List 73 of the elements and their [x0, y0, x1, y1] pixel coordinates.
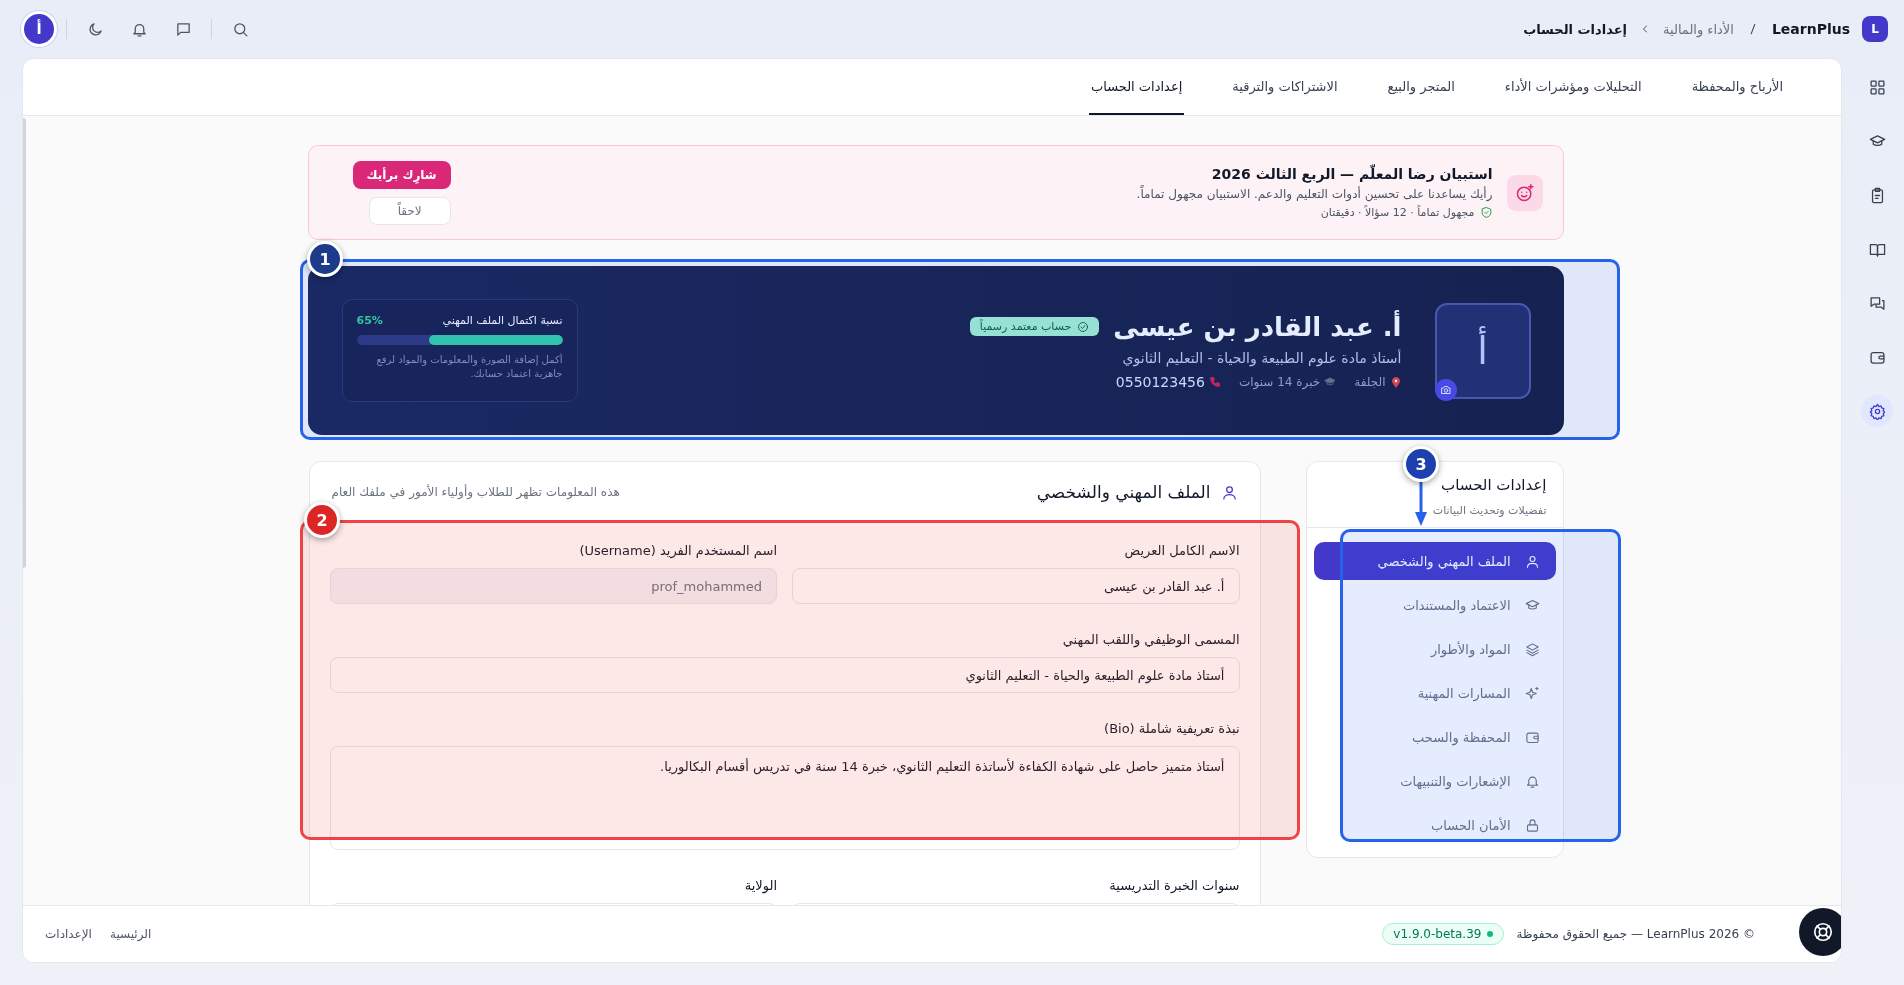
field-label: نبذة تعريفية شاملة (Bio): [1103, 721, 1240, 736]
bell-icon: [1524, 773, 1540, 789]
later-button[interactable]: لاحقاً: [368, 196, 451, 225]
tab[interactable]: الأرباح والمحفظة: [1689, 59, 1785, 115]
footer-link[interactable]: الإعدادات: [45, 927, 92, 941]
graduation-cap-icon: [1324, 375, 1337, 388]
search-icon: [231, 20, 249, 38]
bio-textarea[interactable]: أستاذ متميز حاصل على شهادة الكفاءة لأساتذة التعليم الثانوي، خبرة 14 سنة في تدريس أقسام البكالوريا.: [329, 746, 1240, 850]
settings-nav-item[interactable]: الإشعارات والتنبيهات: [1313, 762, 1556, 800]
location-text: الجلفة: [1354, 374, 1386, 389]
tab[interactable]: التحليلات ومؤشرات الأداء: [1502, 59, 1644, 115]
dashboard-icon: [1868, 78, 1886, 96]
settings-nav-item[interactable]: الأمان الحساب: [1313, 806, 1556, 844]
completion-label: نسبة اكتمال الملف المهني: [442, 314, 563, 327]
settings-nav-item[interactable]: المواد والأطوار: [1313, 630, 1556, 668]
tab[interactable]: الاشتراكات والترقية: [1230, 59, 1340, 115]
survey-meta: مجهول تماماً · 12 سؤالاً · دقيقتان: [1320, 206, 1475, 219]
rail-button[interactable]: [1861, 395, 1893, 427]
settings-nav-item[interactable]: الاعتماد والمستندات: [1313, 586, 1556, 624]
location-pin-icon: [1389, 375, 1402, 388]
field-label: المسمى الوظيفي واللقب المهني: [1061, 632, 1240, 647]
phone-icon: [1208, 375, 1221, 388]
profile-title: أستاذ مادة علوم الطبيعة والحياة - التعليم الثانوي: [1121, 349, 1402, 366]
lock-icon: [1524, 817, 1540, 833]
input-field[interactable]: أستاذ مادة علوم الطبيعة والحياة - التعليم الثانوي: [329, 657, 1240, 693]
section-title: الملف المهني والشخصي: [1036, 482, 1211, 502]
input-field[interactable]: أ. عبد القادر بن عيسى: [792, 568, 1240, 604]
breadcrumb-link[interactable]: الأداء والمالية: [1663, 21, 1734, 37]
footer-link[interactable]: الرئيسية: [109, 927, 152, 941]
brand-name[interactable]: LearnPlus: [1771, 21, 1850, 37]
settings-icon: [1868, 402, 1886, 420]
settings-nav-item[interactable]: الملف المهني والشخصي: [1313, 542, 1556, 580]
phone-number: 0550123456: [1115, 373, 1205, 390]
user-avatar[interactable]: أ: [24, 14, 54, 44]
settings-title: إعدادات الحساب: [1440, 476, 1547, 494]
completion-note: أكمل إضافة الصورة والمعلومات والمواد لرفع جاهزية اعتماد حسابك.: [375, 353, 563, 381]
experience-text: خبرة 14 سنوات: [1238, 374, 1321, 389]
completion-percent: 65%: [356, 314, 383, 327]
wallet-icon: [1524, 729, 1540, 745]
change-photo-button[interactable]: [1434, 378, 1457, 401]
chat-bubbles-icon: [1868, 294, 1886, 312]
avatar-letter: أ: [1477, 328, 1488, 373]
layers-icon: [1524, 641, 1540, 657]
graduation-cap-icon: [1524, 597, 1540, 613]
settings-subtitle: تفضيلات وتحديث البيانات: [1431, 504, 1547, 517]
field-label: الولاية: [743, 878, 777, 893]
shield-check-icon: [1479, 206, 1493, 219]
profile-name: أ. عبد القادر بن عيسى: [1113, 311, 1402, 342]
copyright-text: © 2026 LearnPlus — جميع الحقوق محفوظة: [1516, 927, 1755, 941]
field-label: اسم المستخدم الفريد (Username): [578, 543, 777, 558]
survey-title: استبيان رضا المعلّم — الربع الثالث 2026: [1210, 166, 1493, 182]
user-icon: [1220, 483, 1238, 501]
share-opinion-button[interactable]: شارِك برأيك: [352, 160, 451, 189]
tab[interactable]: المتجر والبيع: [1385, 59, 1457, 115]
user-icon: [1524, 553, 1540, 569]
theme-icon: [86, 20, 104, 38]
status-dot: [1487, 931, 1494, 937]
settings-nav-item[interactable]: المسارات المهنية: [1313, 674, 1556, 712]
camera-icon: [1439, 383, 1452, 396]
field-label: سنوات الخبرة التدريسية: [1108, 878, 1240, 893]
logo[interactable]: L: [1862, 16, 1888, 42]
lifebuoy-icon: [1812, 921, 1834, 943]
field-label: الاسم الكامل العريض: [1123, 543, 1240, 558]
sparkle-icon: [1524, 685, 1540, 701]
version-text: v1.9.0-beta.39: [1393, 927, 1482, 941]
smiley-icon: [1514, 182, 1535, 203]
verified-label: حساب معتمد رسمياً: [979, 320, 1072, 333]
settings-nav-item[interactable]: المحفظة والسحب: [1313, 718, 1556, 756]
help-button[interactable]: [1799, 908, 1841, 956]
chat-icon: [174, 20, 192, 38]
survey-description: رأيك يساعدنا على تحسين أدوات التعليم والدعم. الاستبيان مجهول تماماً.: [1136, 187, 1493, 201]
section-hint: هذه المعلومات تظهر للطلاب وأولياء الأمور في ملفك العام: [331, 485, 620, 499]
check-circle-icon: [1077, 320, 1090, 333]
